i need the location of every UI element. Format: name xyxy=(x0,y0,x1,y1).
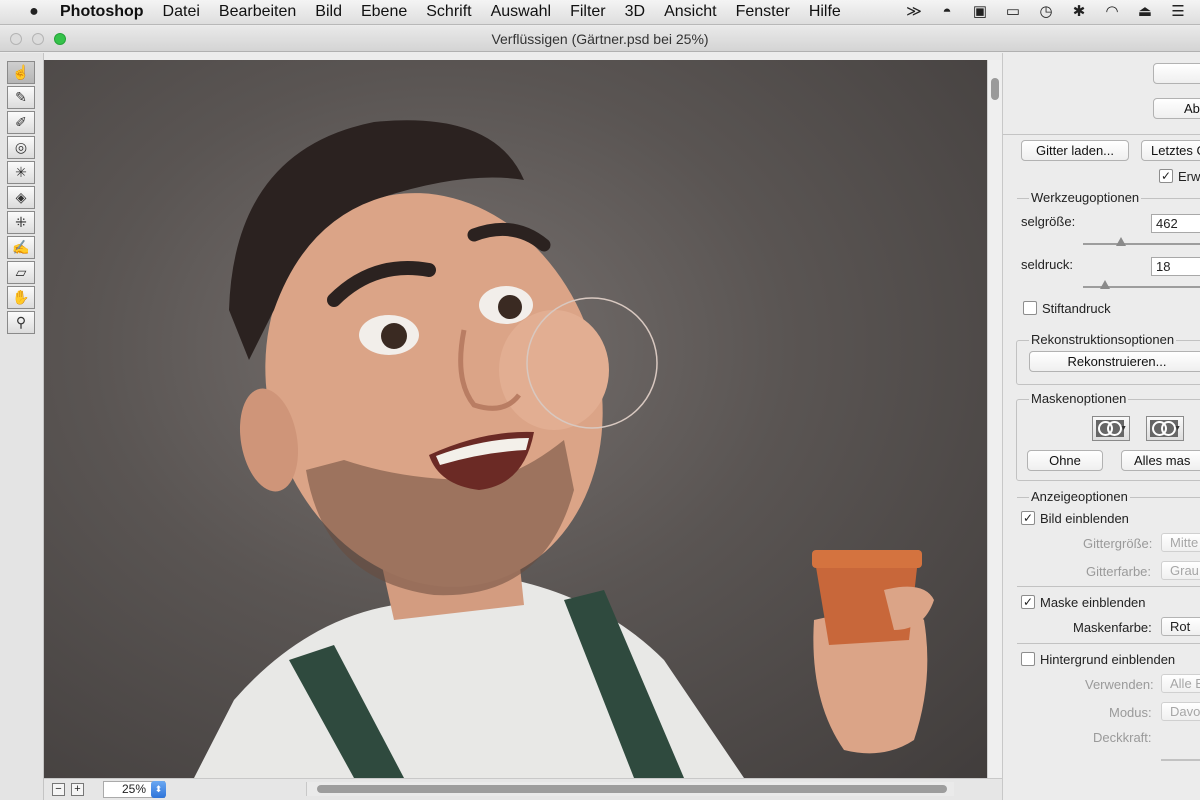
zoom-out-button[interactable]: − xyxy=(52,783,65,796)
status-bar: − + 25% ⬍ xyxy=(44,778,1002,800)
thaw-mask-tool-icon[interactable]: ▱ xyxy=(7,261,35,284)
forward-warp-tool-icon[interactable]: ☝ xyxy=(7,61,35,84)
menubar: ● Photoshop Datei Bearbeiten Bild Ebene … xyxy=(0,0,1200,25)
reconstruct-tool-icon[interactable]: ✎ xyxy=(7,86,35,109)
stylus-pressure-label: Stiftandruck xyxy=(1042,301,1111,316)
last-mesh-button[interactable]: Letztes G xyxy=(1141,140,1200,161)
bloat-tool-icon[interactable]: ◈ xyxy=(7,186,35,209)
vertical-scrollbar[interactable] xyxy=(987,60,1002,778)
mesh-size-select[interactable]: Mitte xyxy=(1161,533,1200,552)
pucker-tool-icon[interactable]: ✳ xyxy=(7,161,35,184)
mask-none-button[interactable]: Ohne xyxy=(1027,450,1103,471)
advanced-mode-label: Erw xyxy=(1178,169,1200,184)
brush-pressure-input[interactable]: 18 xyxy=(1151,257,1200,276)
mesh-color-label: Gitterfarbe: xyxy=(1086,564,1152,579)
back-arrows-icon[interactable]: ≫ xyxy=(904,2,924,20)
reconstruct-options-title: Rekonstruktionsoptionen xyxy=(1029,332,1177,347)
menu-photoshop[interactable]: Photoshop xyxy=(60,3,144,21)
vertical-scroll-thumb[interactable] xyxy=(991,78,999,100)
show-mask-label: Maske einblenden xyxy=(1040,595,1146,610)
eject-icon[interactable]: ⏏ xyxy=(1135,2,1155,20)
show-backdrop-label: Hintergrund einblenden xyxy=(1040,652,1176,667)
menu-ebene[interactable]: Ebene xyxy=(361,3,407,21)
push-left-tool-icon[interactable]: ⁜ xyxy=(7,211,35,234)
brush-pressure-label: seldruck: xyxy=(1021,257,1074,272)
mode-label: Modus: xyxy=(1109,705,1152,720)
divider xyxy=(1003,134,1200,135)
chevron-down-icon: ▼ xyxy=(1174,425,1181,432)
opacity-label: Deckkraft: xyxy=(1093,730,1152,745)
time-machine-icon[interactable]: ◷ xyxy=(1036,2,1056,20)
show-mask-checkbox[interactable]: ✓ xyxy=(1021,595,1035,609)
opacity-slider-track[interactable] xyxy=(1161,759,1200,761)
advanced-mode-checkbox[interactable]: ✓ xyxy=(1159,169,1173,183)
status-icons: ≫ ◓ ▣ ▭ ◷ ✱ ◠ ⏏ ☰ xyxy=(904,2,1188,21)
image-canvas[interactable] xyxy=(44,60,987,778)
menu-hilfe[interactable]: Hilfe xyxy=(809,3,841,21)
chevron-down-icon: ▼ xyxy=(1120,425,1127,432)
divider xyxy=(1017,643,1200,644)
apple-icon[interactable]: ● xyxy=(24,3,44,21)
menu-fenster[interactable]: Fenster xyxy=(736,3,790,21)
cancel-button[interactable]: Ab xyxy=(1153,98,1200,119)
portrait-image xyxy=(194,120,934,778)
ok-button[interactable] xyxy=(1153,63,1200,84)
tool-options-title: Werkzeugoptionen xyxy=(1029,190,1142,205)
twirl-clockwise-tool-icon[interactable]: ◎ xyxy=(7,136,35,159)
mask-replace-selection-button[interactable]: ▼ xyxy=(1092,416,1130,441)
use-select[interactable]: Alle E xyxy=(1161,674,1200,693)
load-mesh-button[interactable]: Gitter laden... xyxy=(1021,140,1129,161)
mask-color-select[interactable]: Rot xyxy=(1161,617,1200,636)
brush-size-input[interactable]: 462 xyxy=(1151,214,1200,233)
liquify-options-panel: Ab Gitter laden... Letztes G ✓ Erw Werkz… xyxy=(1002,53,1200,800)
freeze-mask-tool-icon[interactable]: ✍ xyxy=(7,236,35,259)
hand-tool-icon[interactable]: ✋ xyxy=(7,286,35,309)
menu-datei[interactable]: Datei xyxy=(163,3,200,21)
bowler-hat-icon[interactable]: ◓ xyxy=(937,3,957,20)
menu-filter[interactable]: Filter xyxy=(570,3,606,21)
list-icon[interactable]: ☰ xyxy=(1168,2,1188,20)
show-image-checkbox[interactable]: ✓ xyxy=(1021,511,1035,525)
mask-color-label: Maskenfarbe: xyxy=(1073,620,1152,635)
horizontal-scrollbar[interactable] xyxy=(306,782,954,796)
show-backdrop-checkbox[interactable] xyxy=(1021,652,1035,666)
window-title: Verflüssigen (Gärtner.psd bei 25%) xyxy=(491,31,709,47)
menu-auswahl[interactable]: Auswahl xyxy=(491,3,551,21)
mask-all-button[interactable]: Alles mas xyxy=(1121,450,1200,471)
view-options-title: Anzeigeoptionen xyxy=(1029,489,1130,504)
mask-options-title: Maskenoptionen xyxy=(1029,391,1129,406)
menu-ansicht[interactable]: Ansicht xyxy=(664,3,716,21)
menu-bild[interactable]: Bild xyxy=(315,3,342,21)
show-image-label: Bild einblenden xyxy=(1040,511,1129,526)
bluetooth-icon[interactable]: ✱ xyxy=(1069,2,1089,20)
divider xyxy=(1017,586,1200,587)
mesh-size-label: Gittergröße: xyxy=(1083,536,1153,551)
horizontal-scroll-thumb[interactable] xyxy=(317,785,947,793)
brush-size-slider-handle[interactable] xyxy=(1116,237,1126,246)
mode-select[interactable]: Davo xyxy=(1161,702,1200,721)
brush-size-label: selgröße: xyxy=(1021,214,1076,229)
reconstruct-button[interactable]: Rekonstruieren... xyxy=(1029,351,1200,372)
zoom-stepper-icon[interactable]: ⬍ xyxy=(151,781,166,798)
display-icon[interactable]: ▣ xyxy=(970,2,990,20)
menu-schrift[interactable]: Schrift xyxy=(426,3,471,21)
stylus-pressure-checkbox[interactable] xyxy=(1023,301,1037,315)
mesh-color-select[interactable]: Grau xyxy=(1161,561,1200,580)
zoom-tool-icon[interactable]: ⚲ xyxy=(7,311,35,334)
zoom-in-button[interactable]: + xyxy=(71,783,84,796)
use-label: Verwenden: xyxy=(1085,677,1154,692)
airplay-icon[interactable]: ▭ xyxy=(1003,2,1023,20)
mask-add-selection-button[interactable]: ▼ xyxy=(1146,416,1184,441)
wifi-icon[interactable]: ◠ xyxy=(1102,2,1122,20)
menu-bearbeiten[interactable]: Bearbeiten xyxy=(219,3,296,21)
liquify-toolbox: ☝ ✎ ✐ ◎ ✳ ◈ ⁜ ✍ ▱ ✋ ⚲ xyxy=(0,53,44,800)
window-titlebar: Verflüssigen (Gärtner.psd bei 25%) xyxy=(0,26,1200,52)
brush-pressure-slider-handle[interactable] xyxy=(1100,280,1110,289)
smooth-tool-icon[interactable]: ✐ xyxy=(7,111,35,134)
brush-size-slider-track[interactable] xyxy=(1083,243,1200,245)
menu-3d[interactable]: 3D xyxy=(625,3,645,21)
